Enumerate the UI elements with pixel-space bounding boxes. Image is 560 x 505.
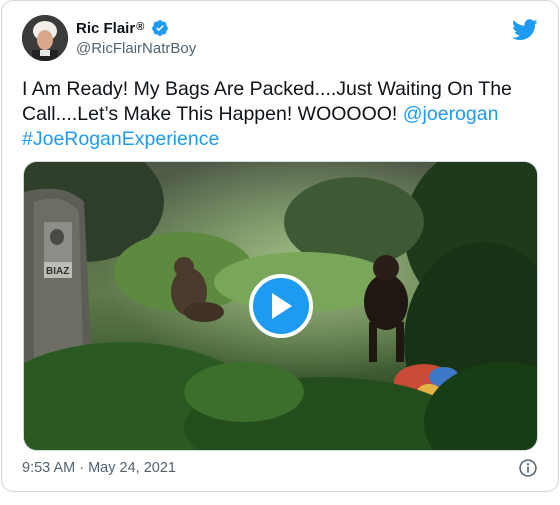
author-names: Ric Flair® @RicFlairNatrBoy	[76, 19, 196, 58]
tweet-card: Ric Flair® @RicFlairNatrBoy I Am Ready! …	[1, 0, 559, 492]
tweet-footer: 9:53 AM · May 24, 2021	[22, 458, 538, 478]
display-name-text[interactable]: Ric Flair	[76, 20, 135, 37]
twitter-bird-icon[interactable]	[512, 19, 538, 41]
tweet-text: I Am Ready! My Bags Are Packed....Just W…	[22, 77, 537, 152]
registered-mark: ®	[136, 20, 145, 33]
name-row: Ric Flair®	[76, 19, 196, 37]
verified-badge-icon	[152, 20, 169, 36]
avatar[interactable]	[22, 15, 68, 61]
play-button[interactable]	[248, 274, 313, 338]
hashtag-link[interactable]: #JoeRoganExperience	[22, 128, 219, 150]
tweet-timestamp[interactable]: 9:53 AM · May 24, 2021	[22, 460, 176, 476]
tree-sign-text: BIAZ	[46, 266, 69, 277]
mention-link[interactable]: @joerogan	[403, 103, 499, 125]
display-name[interactable]: Ric Flair®	[76, 20, 144, 37]
info-icon[interactable]	[518, 458, 538, 478]
play-icon	[271, 293, 292, 319]
tweet-header: Ric Flair® @RicFlairNatrBoy	[22, 15, 538, 63]
author-handle[interactable]: @RicFlairNatrBoy	[76, 40, 196, 57]
video-player[interactable]: BIAZ	[23, 161, 538, 451]
